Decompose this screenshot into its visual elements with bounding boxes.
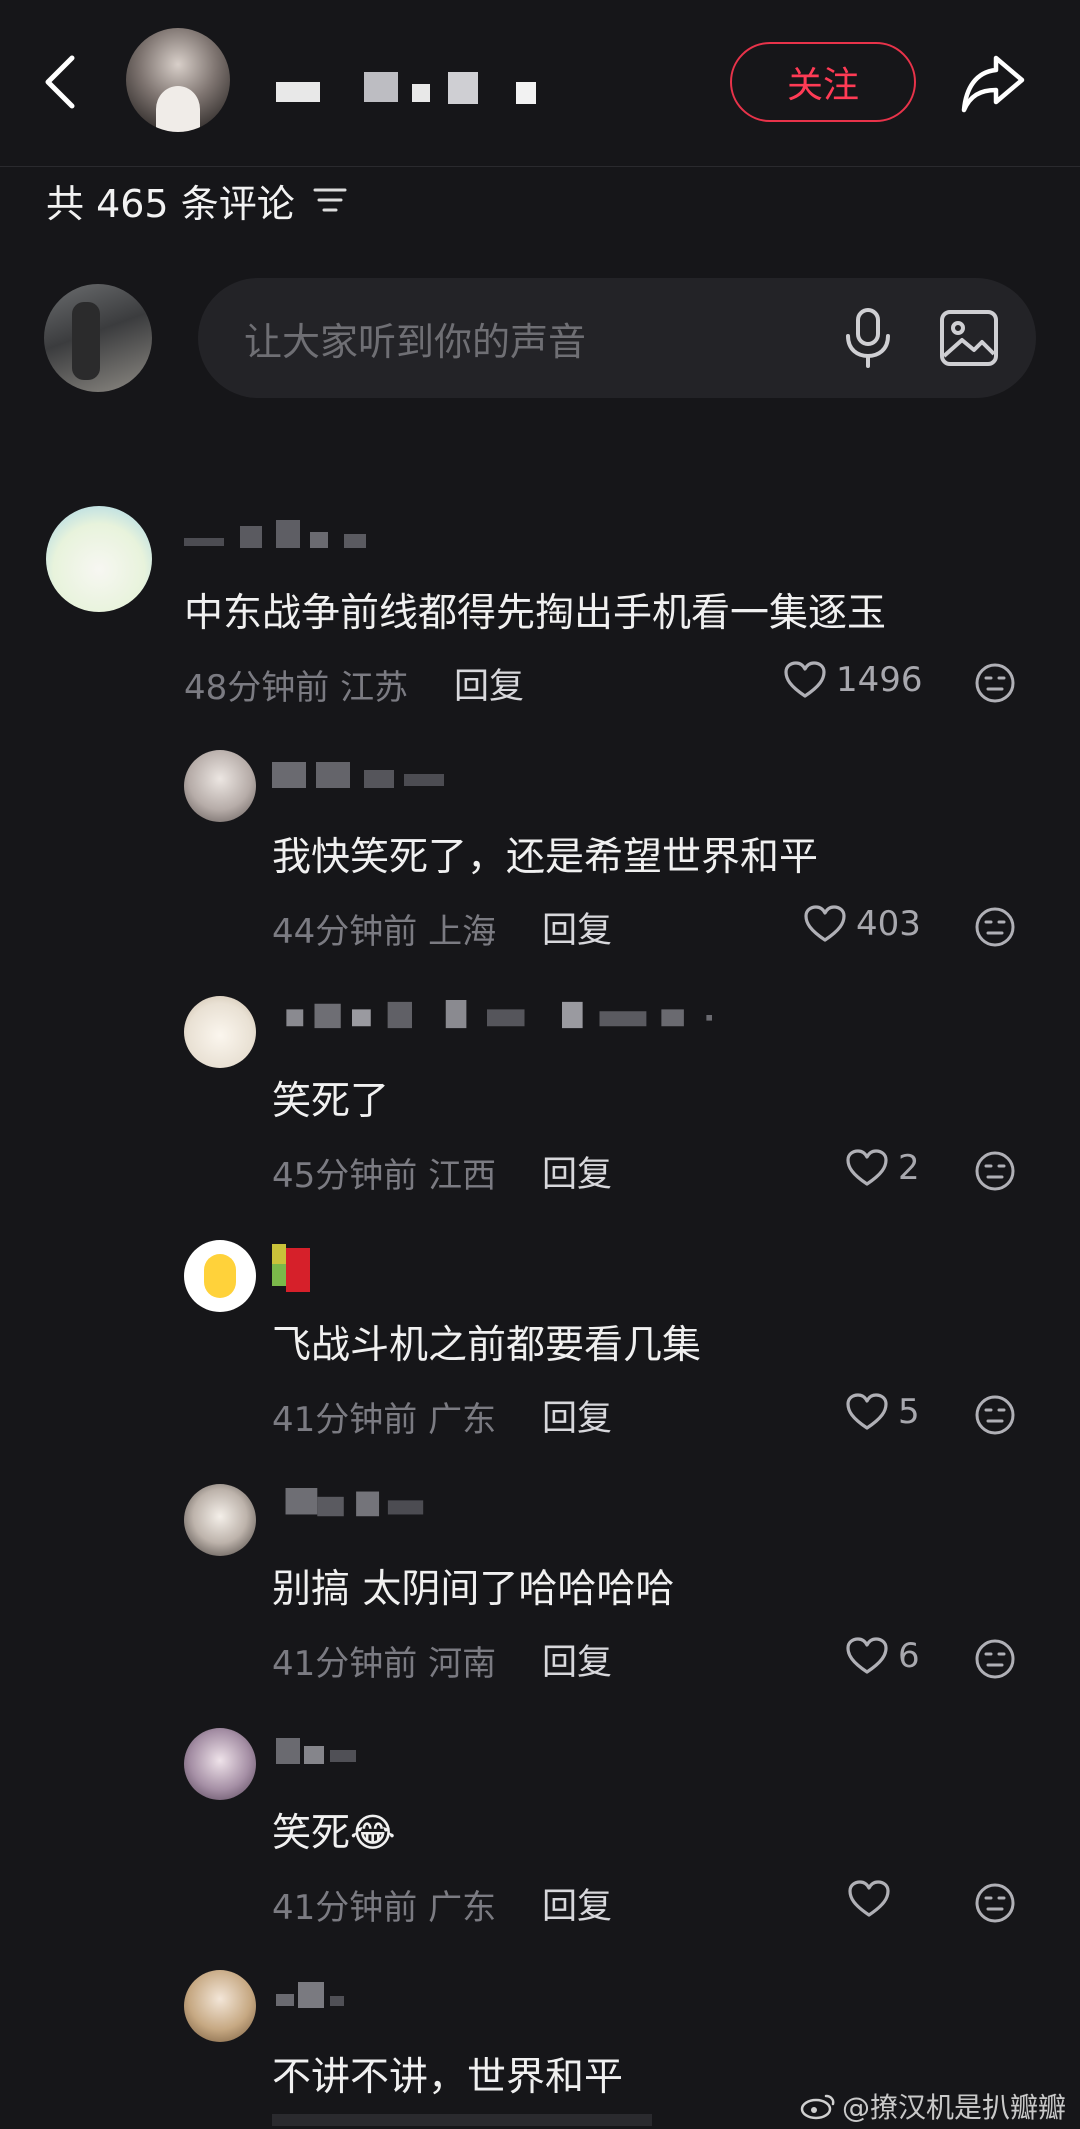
like-button[interactable] <box>848 1880 900 1918</box>
comment-text: 中东战争前线都得先掏出手机看一集逐玉 <box>184 591 887 636</box>
comment-count: 共 465 条评论 <box>46 181 295 226</box>
commenter-avatar[interactable] <box>184 1970 256 2042</box>
like-count: 2 <box>898 1148 920 1188</box>
dislike-face-icon[interactable] <box>974 1638 1016 1680</box>
dislike-face-icon[interactable] <box>974 1882 1016 1924</box>
like-count: 403 <box>856 904 921 944</box>
commenter-name-pixelated <box>272 762 444 788</box>
commenter-name-pixelated <box>286 1000 712 1029</box>
comment-text: 不讲不讲，世界和平 <box>272 2055 624 2100</box>
comment-text: 别搞 太阴间了哈哈哈哈 <box>272 1567 675 1612</box>
comment-meta: 45分钟前 江西 <box>272 1148 496 1197</box>
comment-location: 河南 <box>428 1644 497 1684</box>
comment-time: 41分钟前 <box>272 1888 418 1928</box>
heart-icon <box>784 661 826 698</box>
commenter-avatar[interactable] <box>184 750 256 822</box>
reply-button[interactable]: 回复 <box>542 902 612 953</box>
commenter-avatar[interactable] <box>184 1240 256 1312</box>
author-avatar[interactable] <box>126 28 230 132</box>
heart-icon <box>846 1149 888 1186</box>
comment-time: 45分钟前 <box>272 1156 418 1196</box>
comment-time: 44分钟前 <box>272 912 418 952</box>
watermark-text: @撩汉机是扒瓣瓣 <box>842 2091 1067 2124</box>
comment-count-row: 共 465 条评论 <box>46 172 347 228</box>
comment-location: 江苏 <box>340 668 409 708</box>
like-count: 6 <box>898 1636 920 1676</box>
comment-meta: 41分钟前 河南 <box>272 1636 496 1685</box>
comment-text: 我快笑死了，还是希望世界和平 <box>272 835 819 880</box>
reply-button[interactable]: 回复 <box>454 658 524 709</box>
commenter-avatar[interactable] <box>46 506 152 612</box>
commenter-name-pixelated <box>276 1982 344 2008</box>
comment-meta: 44分钟前 上海 <box>272 904 496 953</box>
commenter-avatar[interactable] <box>184 996 256 1068</box>
comment-meta: 41分钟前 广东 <box>272 1392 496 1441</box>
commenter-name-pixelated <box>285 1488 424 1517</box>
commenter-name-pixelated <box>184 520 366 548</box>
comment-input[interactable]: 让大家听到你的声音 <box>198 278 1036 398</box>
comment-location: 江西 <box>428 1156 497 1196</box>
comment-time: 41分钟前 <box>272 1400 418 1440</box>
meta-placeholder <box>272 2114 652 2126</box>
commenter-name-pixelated <box>276 1738 356 1764</box>
comment-location: 广东 <box>428 1400 497 1440</box>
back-arrow-icon[interactable] <box>40 52 80 112</box>
commenter-avatar[interactable] <box>184 1484 256 1556</box>
image-icon[interactable] <box>938 308 1000 368</box>
sort-filter-icon[interactable] <box>313 186 347 214</box>
dislike-face-icon[interactable] <box>974 1394 1016 1436</box>
comment-time: 41分钟前 <box>272 1644 418 1684</box>
like-button[interactable]: 5 <box>846 1392 920 1432</box>
heart-icon <box>846 1637 888 1674</box>
commenter-avatar[interactable] <box>184 1728 256 1800</box>
author-name-pixelated <box>276 72 536 104</box>
reply-button[interactable]: 回复 <box>542 1878 612 1929</box>
like-button[interactable]: 1496 <box>784 660 923 700</box>
share-icon[interactable] <box>958 52 1028 114</box>
like-count: 5 <box>898 1392 920 1432</box>
comment-location: 广东 <box>428 1888 497 1928</box>
my-avatar[interactable] <box>44 284 152 392</box>
dislike-face-icon[interactable] <box>974 662 1016 704</box>
like-button[interactable]: 2 <box>846 1148 920 1188</box>
comment-time: 48分钟前 <box>184 668 330 708</box>
reply-button[interactable]: 回复 <box>542 1390 612 1441</box>
comment-meta: 48分钟前 江苏 <box>184 660 408 709</box>
dislike-face-icon[interactable] <box>974 1150 1016 1192</box>
top-bar: 关注 <box>0 0 1080 167</box>
comment-text: 笑死😂 <box>272 1811 396 1856</box>
weibo-logo-icon <box>800 2094 835 2120</box>
commenter-name-pixelated <box>272 1244 310 1292</box>
follow-button[interactable]: 关注 <box>730 42 916 122</box>
comment-text: 笑死了 <box>272 1079 390 1124</box>
heart-icon <box>848 1880 890 1917</box>
like-count: 1496 <box>836 660 923 700</box>
comment-input-placeholder: 让大家听到你的声音 <box>244 319 587 364</box>
reply-button[interactable]: 回复 <box>542 1634 612 1685</box>
comment-meta: 41分钟前 广东 <box>272 1880 496 1929</box>
dislike-face-icon[interactable] <box>974 906 1016 948</box>
weibo-watermark: @撩汉机是扒瓣瓣 <box>800 2086 1066 2126</box>
heart-icon <box>846 1393 888 1430</box>
heart-icon <box>804 905 846 942</box>
comment-location: 上海 <box>428 912 497 952</box>
like-button[interactable]: 6 <box>846 1636 920 1676</box>
microphone-icon[interactable] <box>838 306 898 370</box>
reply-button[interactable]: 回复 <box>542 1146 612 1197</box>
like-button[interactable]: 403 <box>804 904 921 944</box>
comment-text: 飞战斗机之前都要看几集 <box>272 1323 702 1368</box>
